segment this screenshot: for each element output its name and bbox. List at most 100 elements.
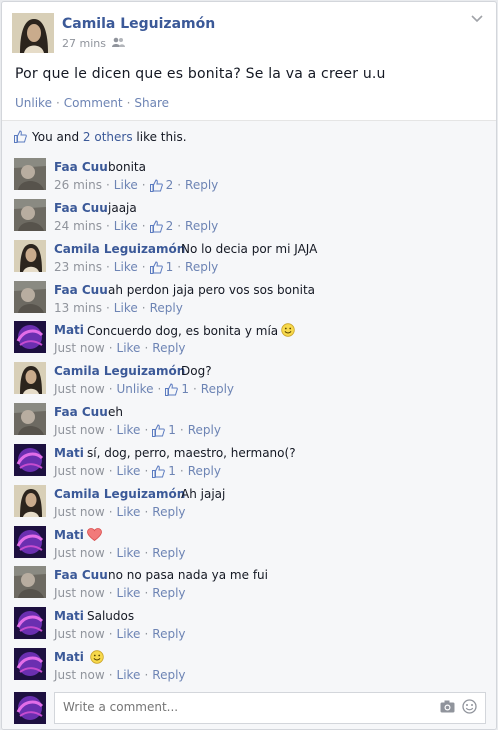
- comment-reply-link[interactable]: Reply: [201, 382, 234, 396]
- comment-time[interactable]: Just now: [54, 546, 105, 560]
- comment-reply-link[interactable]: Reply: [188, 423, 221, 437]
- comment-like-link[interactable]: Like: [114, 219, 138, 233]
- comment-like-link[interactable]: Like: [117, 464, 141, 478]
- comment-time[interactable]: Just now: [54, 505, 105, 519]
- comment-input[interactable]: [61, 699, 425, 715]
- comment-like-count[interactable]: 2: [149, 219, 173, 233]
- comment-like-link[interactable]: Like: [117, 668, 141, 682]
- comment-like-count[interactable]: 1: [149, 260, 173, 274]
- commenter-avatar[interactable]: [14, 199, 46, 231]
- comment-reply-link[interactable]: Reply: [152, 546, 185, 560]
- comment-time[interactable]: 13 mins: [54, 301, 102, 315]
- heart-emoji-icon: [87, 528, 102, 541]
- comment-reply-link[interactable]: Reply: [185, 178, 218, 192]
- camera-icon[interactable]: [440, 700, 455, 713]
- comment-text-content: bonita: [108, 160, 146, 174]
- comment-like-count[interactable]: 1: [165, 382, 189, 396]
- comment-like-link[interactable]: Like: [117, 546, 141, 560]
- comment-like-count[interactable]: 1: [152, 464, 176, 478]
- commenter-avatar[interactable]: [14, 240, 46, 272]
- comment-reply-link[interactable]: Reply: [152, 341, 185, 355]
- comment-like-link[interactable]: Like: [114, 260, 138, 274]
- comment-like-count[interactable]: 2: [149, 178, 173, 192]
- author-avatar[interactable]: [12, 13, 54, 53]
- comment-like-link[interactable]: Like: [117, 423, 141, 437]
- comment-like-link[interactable]: Like: [114, 178, 138, 192]
- comment-author[interactable]: Faa Cuu: [54, 160, 108, 174]
- comment-link[interactable]: Comment: [64, 96, 123, 110]
- comment-author[interactable]: Faa Cuu: [54, 405, 108, 419]
- comment-reply-link[interactable]: Reply: [152, 586, 185, 600]
- thumbs-up-icon: [149, 219, 163, 233]
- comment-time[interactable]: Just now: [54, 586, 105, 600]
- comment-reply-link[interactable]: Reply: [152, 505, 185, 519]
- comment-reply-link[interactable]: Reply: [152, 627, 185, 641]
- commenter-avatar[interactable]: [14, 485, 46, 517]
- comment-author[interactable]: Faa Cuu: [54, 283, 108, 297]
- comment-meta: 26 mins · Like · 2 · Reply: [54, 178, 219, 192]
- comment-text: [87, 650, 104, 665]
- chevron-down-icon[interactable]: [470, 12, 484, 26]
- comment-time[interactable]: 26 mins: [54, 178, 102, 192]
- comment-author[interactable]: Mati: [54, 323, 84, 337]
- comment-time[interactable]: Just now: [54, 668, 105, 682]
- comment-input-box[interactable]: [54, 692, 486, 724]
- comment-author[interactable]: Mati: [54, 528, 84, 542]
- comment-text-content: Saludos: [87, 609, 135, 623]
- comment-item: Faa Cuu eh Just now · Like · 1 · Reply: [2, 397, 496, 438]
- emoji-icon[interactable]: [462, 699, 477, 714]
- comment-like-link[interactable]: Like: [117, 627, 141, 641]
- comment-meta: 24 mins · Like · 2 · Reply: [54, 219, 219, 233]
- comment-author[interactable]: Faa Cuu: [54, 568, 108, 582]
- like-summary-suffix: like this.: [136, 129, 187, 144]
- comment-reply-link[interactable]: Reply: [188, 464, 221, 478]
- commenter-avatar[interactable]: [14, 566, 46, 598]
- like-summary-others[interactable]: 2 others: [83, 130, 133, 144]
- comment-time[interactable]: 23 mins: [54, 260, 102, 274]
- commenter-avatar[interactable]: [14, 444, 46, 476]
- comment-like-count[interactable]: 1: [152, 423, 176, 437]
- commenter-avatar[interactable]: [14, 362, 46, 394]
- commenter-avatar[interactable]: [14, 321, 46, 353]
- commenter-avatar[interactable]: [14, 281, 46, 313]
- comment-item: Faa Cuu jaaja 24 mins · Like · 2 · Reply: [2, 193, 496, 234]
- comment-time[interactable]: Just now: [54, 341, 105, 355]
- commenter-avatar[interactable]: [14, 648, 46, 680]
- comment-like-link[interactable]: Like: [117, 341, 141, 355]
- post-author[interactable]: Camila Leguizamón: [62, 16, 215, 32]
- comment-time[interactable]: 24 mins: [54, 219, 102, 233]
- comment-like-link[interactable]: Like: [114, 301, 138, 315]
- comment-text-content: sí, dog, perro, maestro, hermano(?: [87, 446, 296, 460]
- comment-reply-link[interactable]: Reply: [185, 219, 218, 233]
- comment-item: Mati Saludos Just now · Like · Reply: [2, 601, 496, 642]
- comment-reply-link[interactable]: Reply: [150, 301, 183, 315]
- audience-friends-icon[interactable]: [111, 37, 125, 50]
- comment-author[interactable]: Camila Leguizamón: [54, 364, 185, 378]
- comment-like-link[interactable]: Unlike: [117, 382, 154, 396]
- comment-text: ah perdon jaja pero vos sos bonita: [108, 283, 315, 297]
- comment-time[interactable]: Just now: [54, 627, 105, 641]
- comment-like-link[interactable]: Like: [117, 586, 141, 600]
- comment-reply-link[interactable]: Reply: [185, 260, 218, 274]
- comment-author[interactable]: Mati: [54, 650, 84, 664]
- comment-time[interactable]: Just now: [54, 464, 105, 478]
- comment-author[interactable]: Camila Leguizamón: [54, 487, 185, 501]
- comment-author[interactable]: Camila Leguizamón: [54, 242, 185, 256]
- post-header: Camila Leguizamón 27 mins: [2, 2, 496, 53]
- comment-author[interactable]: Faa Cuu: [54, 201, 108, 215]
- post-time[interactable]: 27 mins: [62, 37, 106, 50]
- comment-time[interactable]: Just now: [54, 423, 105, 437]
- commenter-avatar[interactable]: [14, 158, 46, 190]
- comment-author[interactable]: Mati: [54, 609, 84, 623]
- unlike-link[interactable]: Unlike: [15, 96, 52, 110]
- share-link[interactable]: Share: [134, 96, 169, 110]
- commenter-avatar[interactable]: [14, 403, 46, 435]
- comment-item: Camila Leguizamón Dog? Just now · Unlike · 1 · R…: [2, 356, 496, 397]
- comment-like-link[interactable]: Like: [117, 505, 141, 519]
- like-summary: You and 2 others like this.: [2, 120, 496, 153]
- commenter-avatar[interactable]: [14, 607, 46, 639]
- comment-time[interactable]: Just now: [54, 382, 105, 396]
- comment-author[interactable]: Mati: [54, 446, 84, 460]
- commenter-avatar[interactable]: [14, 526, 46, 558]
- comment-reply-link[interactable]: Reply: [152, 668, 185, 682]
